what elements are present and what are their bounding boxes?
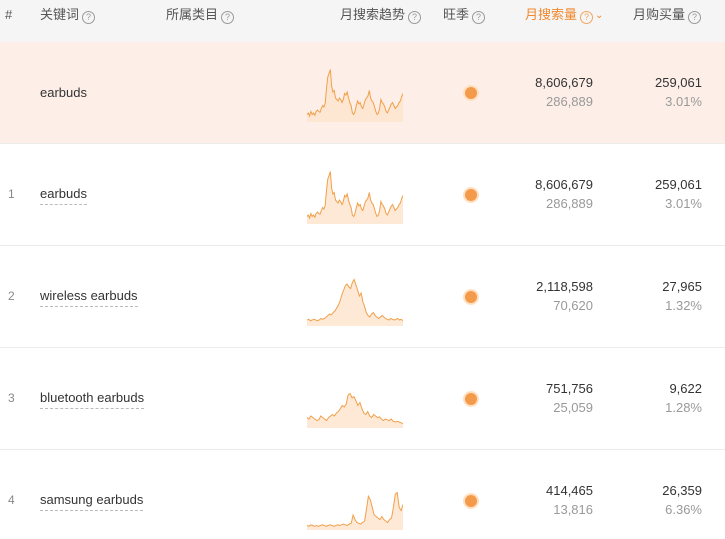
monthly-purchase-value: 259,061 <box>655 75 702 90</box>
row-index: 2 <box>8 289 15 303</box>
monthly-purchase-cell: 259,061 3.01% <box>655 176 702 213</box>
header-keyword-label: 关键词 <box>40 7 80 22</box>
monthly-purchase-value: 9,622 <box>669 381 702 396</box>
trend-sparkline <box>307 278 403 326</box>
daily-search-value: 286,889 <box>546 196 593 211</box>
trend-sparkline <box>307 171 403 224</box>
help-icon[interactable]: ? <box>82 11 96 24</box>
monthly-purchase-cell: 26,359 6.36% <box>662 482 702 519</box>
purchase-rate-value: 3.01% <box>665 94 702 109</box>
table-row[interactable]: 3 bluetooth earbuds 751,756 25,059 9,622… <box>0 348 725 450</box>
keyword-link[interactable]: bluetooth earbuds <box>40 388 145 409</box>
help-icon[interactable]: ? <box>580 11 594 24</box>
row-index: 1 <box>8 187 15 201</box>
trend-sparkline <box>307 392 403 428</box>
table-row[interactable]: earbuds 8,606,679 286,889 259,061 3.01% <box>0 42 725 144</box>
monthly-search-cell: 751,756 25,059 <box>546 380 593 417</box>
header-keyword[interactable]: 关键词? <box>40 0 96 42</box>
header-monthly-purchase-label: 月购买量 <box>633 7 686 22</box>
table-row[interactable]: 1 earbuds 8,606,679 286,889 259,061 3.01… <box>0 144 725 246</box>
header-monthly-search-sort[interactable]: 月搜索量? ⌄ <box>525 0 603 42</box>
help-icon[interactable]: ? <box>221 11 235 24</box>
purchase-rate-value: 1.28% <box>665 400 702 415</box>
keyword-link[interactable]: earbuds <box>40 184 87 205</box>
table-row[interactable]: 2 wireless earbuds 2,118,598 70,620 27,9… <box>0 246 725 348</box>
season-dot-icon <box>465 87 477 99</box>
monthly-search-cell: 8,606,679 286,889 <box>535 74 593 111</box>
monthly-search-value: 414,465 <box>546 483 593 498</box>
keyword-cell: wireless earbuds <box>40 246 150 347</box>
header-monthly-search-label: 月搜索量 <box>525 7 578 22</box>
purchase-rate-value: 6.36% <box>665 502 702 517</box>
header-season[interactable]: 旺季? <box>443 0 486 42</box>
header-trend[interactable]: 月搜索趋势? <box>340 0 422 42</box>
header-index: # <box>5 0 12 42</box>
table-header: # 关键词? 所属类目? 月搜索趋势? 旺季? 月搜索量? ⌄ 月购买量? <box>0 0 725 42</box>
table-body: earbuds 8,606,679 286,889 259,061 3.01% … <box>0 42 725 539</box>
sort-desc-icon[interactable]: ⌄ <box>595 1 603 31</box>
keyword-link[interactable]: wireless earbuds <box>40 286 138 307</box>
header-category-label: 所属类目 <box>166 7 219 22</box>
monthly-purchase-value: 259,061 <box>655 177 702 192</box>
monthly-search-value: 751,756 <box>546 381 593 396</box>
keyword-cell: earbuds <box>40 144 150 245</box>
season-dot-icon <box>465 393 477 405</box>
trend-sparkline <box>307 69 403 122</box>
row-index: 3 <box>8 391 15 405</box>
monthly-purchase-cell: 9,622 1.28% <box>665 380 702 417</box>
season-dot-icon <box>465 189 477 201</box>
season-dot-icon <box>465 291 477 303</box>
purchase-rate-value: 3.01% <box>665 196 702 211</box>
keyword-cell: bluetooth earbuds <box>40 348 150 449</box>
monthly-search-value: 2,118,598 <box>536 279 593 294</box>
monthly-purchase-value: 27,965 <box>662 279 702 294</box>
table-row[interactable]: 4 samsung earbuds 414,465 13,816 26,359 … <box>0 450 725 539</box>
monthly-purchase-cell: 259,061 3.01% <box>655 74 702 111</box>
sparkline-area <box>307 492 403 530</box>
monthly-search-cell: 414,465 13,816 <box>546 482 593 519</box>
monthly-search-value: 8,606,679 <box>535 75 593 90</box>
trend-sparkline <box>307 491 403 530</box>
sparkline-line <box>307 171 403 220</box>
header-category[interactable]: 所属类目? <box>166 0 235 42</box>
purchase-rate-value: 1.32% <box>665 298 702 313</box>
monthly-search-cell: 8,606,679 286,889 <box>535 176 593 213</box>
help-icon[interactable]: ? <box>408 11 422 24</box>
monthly-search-cell: 2,118,598 70,620 <box>536 278 593 315</box>
keyword-link[interactable]: earbuds <box>40 83 87 103</box>
daily-search-value: 70,620 <box>553 298 593 313</box>
header-index-label: # <box>5 7 13 22</box>
help-icon[interactable]: ? <box>472 11 486 24</box>
monthly-purchase-cell: 27,965 1.32% <box>662 278 702 315</box>
sparkline-area <box>307 171 403 224</box>
keyword-link[interactable]: samsung earbuds <box>40 490 144 511</box>
monthly-purchase-value: 26,359 <box>662 483 702 498</box>
daily-search-value: 13,816 <box>553 502 593 517</box>
row-index: 4 <box>8 493 15 507</box>
header-season-label: 旺季 <box>443 7 470 22</box>
season-dot-icon <box>465 495 477 507</box>
header-monthly-purchase[interactable]: 月购买量? <box>633 0 702 42</box>
keyword-table: # 关键词? 所属类目? 月搜索趋势? 旺季? 月搜索量? ⌄ 月购买量? ear… <box>0 0 725 539</box>
keyword-cell: earbuds <box>40 42 150 143</box>
sparkline-area <box>307 69 403 122</box>
header-trend-label: 月搜索趋势 <box>340 7 406 22</box>
keyword-cell: samsung earbuds <box>40 450 150 539</box>
monthly-search-value: 8,606,679 <box>535 177 593 192</box>
row-index <box>8 42 18 143</box>
sparkline-line <box>307 69 403 118</box>
help-icon[interactable]: ? <box>688 11 702 24</box>
daily-search-value: 25,059 <box>553 400 593 415</box>
daily-search-value: 286,889 <box>546 94 593 109</box>
